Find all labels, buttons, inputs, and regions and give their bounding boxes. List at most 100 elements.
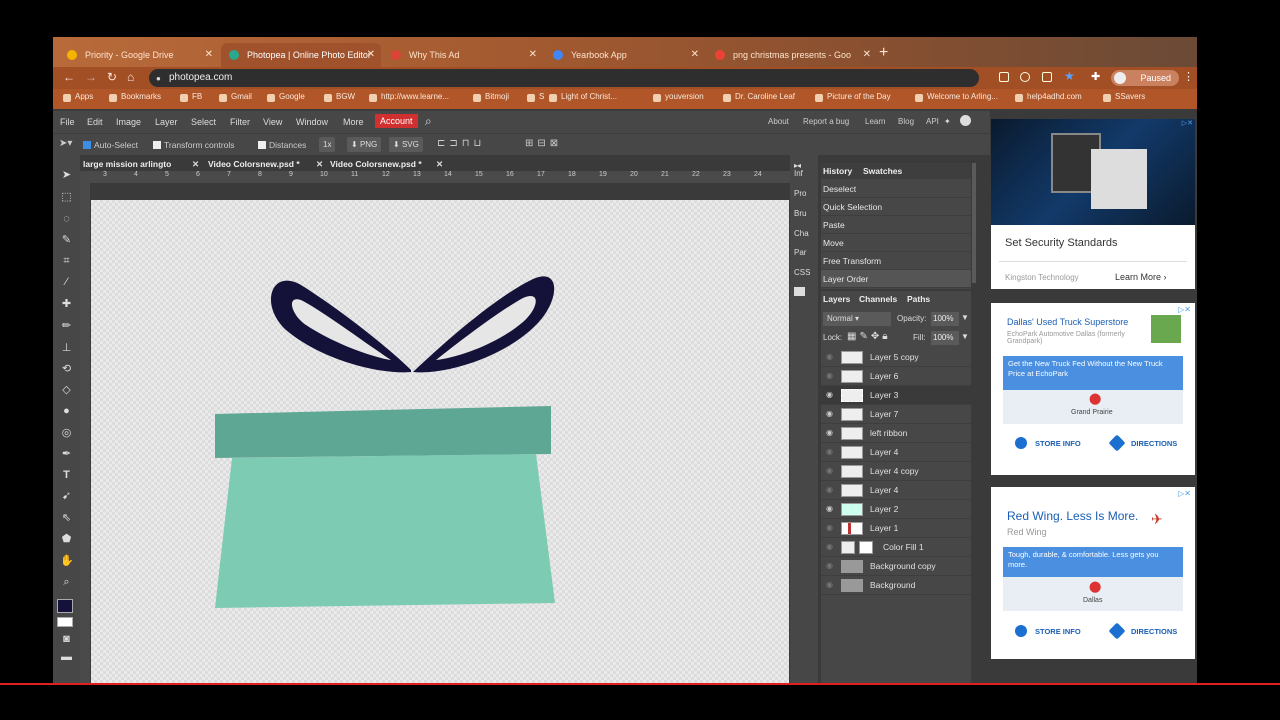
type-tool-icon[interactable]: T [60, 469, 73, 482]
eye-icon[interactable]: ◉ [826, 486, 835, 494]
eye-icon[interactable]: ◉ [826, 467, 835, 475]
eye-icon[interactable]: ◉ [826, 391, 835, 399]
back-icon[interactable]: ← [63, 70, 75, 84]
home-icon[interactable]: ⌂ [127, 70, 134, 84]
tab-history[interactable]: History [823, 166, 852, 176]
menu-dots-icon[interactable]: ⋮ [1183, 70, 1194, 83]
layer-row[interactable]: ◉ Background copy [821, 557, 971, 576]
puzzle-icon[interactable]: ✚ [1091, 70, 1100, 83]
history-item[interactable]: Paste [821, 216, 971, 234]
doc-tab-active[interactable]: Video Colorsnew.psd * [330, 157, 422, 171]
screen-mode-icon[interactable]: ▬ [60, 651, 73, 664]
ad-echopark[interactable]: ▷✕ Dallas' Used Truck Superstore EchoPar… [991, 303, 1195, 475]
history-item[interactable]: Free Transform [821, 252, 971, 270]
move-tool-icon[interactable]: ➤ [60, 169, 73, 182]
bookmark-item[interactable]: youversion [653, 92, 704, 102]
close-icon[interactable]: ✕ [691, 43, 699, 67]
history-item[interactable]: Deselect [821, 180, 971, 198]
css-panel-button[interactable]: CSS [794, 268, 810, 277]
distribute-icons[interactable]: ⊞⊟⊠ [525, 138, 562, 149]
bookmark-item[interactable]: S [527, 92, 544, 102]
background-color-swatch[interactable] [57, 617, 73, 627]
close-icon[interactable]: ✕ [205, 43, 213, 67]
blend-mode-select[interactable]: Normal ▾ [823, 312, 891, 326]
close-icon[interactable]: ✕ [316, 157, 323, 171]
character-panel-button[interactable]: Cha [794, 229, 809, 238]
blur-tool-icon[interactable]: ● [60, 405, 73, 418]
directions-button[interactable]: DIRECTIONS [1131, 439, 1177, 448]
bookmark-item[interactable]: SSavers [1103, 92, 1145, 102]
close-icon[interactable]: ✕ [436, 157, 443, 171]
ad-redwing[interactable]: ▷✕ Red Wing. Less Is More. Red Wing ✈ To… [991, 487, 1195, 659]
eye-icon[interactable]: ◉ [826, 524, 835, 532]
adchoices-icon[interactable]: ▷✕ [1182, 119, 1193, 127]
browser-tab[interactable]: png christmas presents - Goo ✕ [707, 43, 877, 67]
history-item[interactable]: Move [821, 234, 971, 252]
menu-filter[interactable]: Filter [230, 117, 250, 127]
adchoices-icon[interactable]: ▷✕ [1178, 489, 1191, 498]
menu-blog[interactable]: Blog [898, 117, 914, 126]
quick-select-tool-icon[interactable]: ✎ [60, 234, 73, 247]
bookmark-item[interactable]: Gmail [219, 92, 252, 102]
search-icon[interactable]: ⌕ [425, 114, 432, 129]
dodge-tool-icon[interactable]: ◎ [60, 427, 73, 440]
eye-icon[interactable]: ◉ [826, 429, 835, 437]
layer-row[interactable]: ◉ Layer 4 [821, 443, 971, 462]
menu-file[interactable]: File [60, 117, 75, 127]
learn-more-button[interactable]: Learn More › [1115, 272, 1167, 282]
lasso-tool-icon[interactable]: ◌ [60, 213, 73, 226]
history-brush-icon[interactable]: ⟲ [60, 363, 73, 376]
new-tab-button[interactable]: + [879, 43, 888, 63]
tab-channels[interactable]: Channels [859, 294, 897, 304]
layer-row[interactable]: ◉ left ribbon [821, 424, 971, 443]
store-info-button[interactable]: STORE INFO [1035, 439, 1081, 448]
panel-scroll-thumb[interactable] [972, 163, 976, 283]
history-item[interactable]: Quick Selection [821, 198, 971, 216]
menu-window[interactable]: Window [296, 117, 328, 127]
document-canvas[interactable] [91, 200, 789, 683]
menu-learn[interactable]: Learn [865, 117, 885, 126]
facebook-icon[interactable] [960, 115, 971, 126]
bookmark-item[interactable]: Apps [63, 92, 93, 102]
history-item-current[interactable]: Layer Order [821, 270, 971, 288]
doc-tab[interactable]: Video Colorsnew.psd * [208, 157, 300, 171]
layer-row[interactable]: ◉ Layer 4 [821, 481, 971, 500]
export-png-button[interactable]: ⬇ PNG [347, 137, 382, 152]
twitter-icon[interactable]: ✦ [944, 117, 951, 126]
profile-button[interactable]: Paused [1111, 70, 1179, 86]
zoom-tool-icon[interactable]: ⌕ [60, 576, 73, 589]
browser-tab[interactable]: Priority - Google Drive ✕ [59, 43, 219, 67]
bookmark-item[interactable]: Bookmarks [109, 92, 161, 102]
info-icon[interactable] [1015, 437, 1027, 449]
eye-icon[interactable]: ◉ [826, 410, 835, 418]
export-svg-button[interactable]: ⬇ SVG [389, 137, 423, 152]
browser-tab[interactable]: Why This Ad ✕ [383, 43, 543, 67]
close-icon[interactable]: ✕ [529, 43, 537, 67]
marquee-tool-icon[interactable]: ⬚ [60, 191, 73, 204]
forward-icon[interactable]: → [85, 70, 97, 84]
eyedropper-tool-icon[interactable]: ⁄ [60, 276, 73, 289]
distances-checkbox[interactable]: Distances [258, 140, 306, 150]
extension-icon[interactable] [1042, 72, 1052, 82]
tab-swatches[interactable]: Swatches [863, 166, 902, 176]
brush-tool-icon[interactable]: ✏ [60, 320, 73, 333]
menu-view[interactable]: View [263, 117, 282, 127]
bookmark-item[interactable]: Dr. Caroline Leaf [723, 92, 795, 102]
directions-icon[interactable] [1108, 622, 1126, 640]
crop-tool-icon[interactable]: ⌗ [60, 255, 73, 268]
star-icon[interactable]: ★ [1064, 69, 1075, 83]
pen-tool-icon[interactable]: ✒ [60, 448, 73, 461]
stamp-tool-icon[interactable]: ⊥ [60, 342, 73, 355]
browser-tab-active[interactable]: Photopea | Online Photo Editor ✕ [221, 43, 381, 67]
eye-icon[interactable]: ◉ [826, 372, 835, 380]
quick-mask-icon[interactable]: ◙ [60, 633, 73, 646]
menu-edit[interactable]: Edit [87, 117, 103, 127]
eye-icon[interactable]: ◉ [826, 448, 835, 456]
menu-api[interactable]: API [926, 117, 939, 126]
bookmark-item[interactable]: Welcome to Arling... [915, 92, 998, 102]
extension-icon[interactable] [999, 72, 1009, 82]
store-info-button[interactable]: STORE INFO [1035, 627, 1081, 636]
doc-tab[interactable]: large mission arlingto [83, 157, 193, 171]
directions-button[interactable]: DIRECTIONS [1131, 627, 1177, 636]
transform-controls-checkbox[interactable]: Transform controls [153, 140, 235, 150]
